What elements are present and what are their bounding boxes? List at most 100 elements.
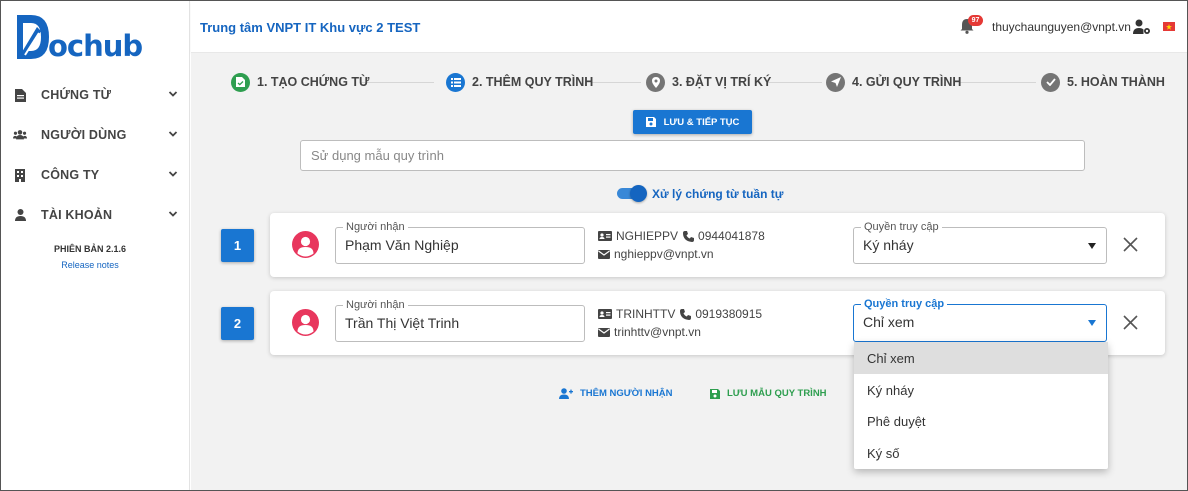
users-icon [13, 128, 27, 142]
add-user-icon [559, 388, 573, 399]
recipient-username: TRINHTTV [616, 307, 676, 321]
dropdown-option[interactable]: Phê duyệt [854, 405, 1108, 437]
version-label: PHIÊN BẢN 2.1.6 [53, 244, 127, 254]
user-settings-icon[interactable] [1133, 19, 1151, 35]
toggle-knob [630, 185, 647, 202]
language-flag-icon[interactable] [1163, 22, 1175, 31]
app-logo[interactable]: ochub [15, 13, 165, 63]
avatar-icon [292, 309, 319, 336]
remove-recipient-icon[interactable] [1122, 314, 1139, 331]
access-select[interactable]: Quyền truy cập Chỉ xem [853, 297, 1107, 342]
sidebar: ochub CHỨNG TỪ NGƯỜI DÙNG CÔNG TY TÀI KH… [1, 1, 190, 490]
caret-down-icon [1088, 320, 1096, 326]
recipient-order-number: 2 [221, 307, 254, 340]
recipient-email: nghieppv@vnpt.vn [614, 247, 714, 261]
sidebar-item-label: NGƯỜI DÙNG [41, 128, 127, 142]
recipient-contact-line: TRINHTTV 0919380915 [598, 307, 762, 321]
step-2[interactable]: 2. THÊM QUY TRÌNH [446, 70, 593, 94]
id-card-icon [598, 309, 612, 319]
recipient-name-field[interactable]: Người nhận Phạm Văn Nghiệp [335, 220, 585, 264]
building-icon [13, 168, 27, 182]
step-5[interactable]: 5. HOÀN THÀNH [1041, 70, 1165, 94]
recipient-name-field[interactable]: Người nhận Trần Thị Việt Trinh [335, 298, 585, 342]
floppy-disk-icon [710, 388, 720, 399]
step-3[interactable]: 3. ĐẶT VỊ TRÍ KÝ [646, 70, 771, 94]
field-legend: Quyền truy cập [861, 220, 942, 234]
main-content: 1. TẠO CHỨNG TỪ 2. THÊM QUY TRÌNH 3. ĐẶT… [191, 53, 1187, 490]
recipient-email: trinhttv@vnpt.vn [614, 325, 701, 339]
save-continue-button[interactable]: LƯU & TIẾP TỤC [633, 110, 752, 134]
sidebar-item-label: CÔNG TY [41, 168, 100, 182]
sidebar-item-cong-ty[interactable]: CÔNG TY [1, 155, 190, 195]
recipient-username: NGHIEPPV [616, 229, 679, 243]
avatar-icon [292, 231, 319, 258]
save-template-label: LƯU MẪU QUY TRÌNH [727, 388, 827, 399]
sequential-toggle-label: Xử lý chứng từ tuần tự [652, 187, 784, 201]
access-value: Ký nháy [863, 237, 914, 253]
field-legend: Người nhận [343, 220, 408, 234]
sidebar-item-chung-tu[interactable]: CHỨNG TỪ [1, 75, 190, 115]
sidebar-item-tai-khoan[interactable]: TÀI KHOẢN [1, 195, 190, 235]
phone-icon [680, 308, 692, 320]
envelope-icon [598, 249, 610, 259]
step-label: 1. TẠO CHỨNG TỪ [257, 75, 370, 89]
step-1[interactable]: 1. TẠO CHỨNG TỪ [231, 70, 369, 94]
chevron-down-icon [168, 211, 178, 217]
location-pin-icon [646, 72, 665, 92]
chevron-down-icon [168, 171, 178, 177]
dropdown-option[interactable]: Ký nháy [854, 374, 1108, 406]
sequential-toggle[interactable] [616, 184, 648, 202]
save-continue-label: LƯU & TIẾP TỤC [663, 116, 740, 128]
workflow-stepper: 1. TẠO CHỨNG TỪ 2. THÊM QUY TRÌNH 3. ĐẶT… [191, 70, 1187, 94]
top-header: Trung tâm VNPT IT Khu vực 2 TEST 97 thuy… [191, 1, 1187, 53]
user-icon [13, 208, 27, 222]
envelope-icon [598, 327, 610, 337]
access-select[interactable]: Quyền truy cập Ký nháy [853, 220, 1107, 264]
document-icon [13, 88, 27, 102]
recipient-contact-line: NGHIEPPV 0944041878 [598, 229, 765, 243]
caret-down-icon [1088, 243, 1096, 249]
step-connector [954, 82, 1036, 83]
chevron-down-icon [168, 91, 178, 97]
recipient-email-line: nghieppv@vnpt.vn [598, 247, 714, 261]
save-template-button[interactable]: LƯU MẪU QUY TRÌNH [710, 388, 827, 399]
send-icon [826, 72, 845, 92]
step-connector [586, 82, 641, 83]
list-icon [446, 72, 465, 92]
recipient-card: Người nhận Phạm Văn Nghiệp NGHIEPPV 0944… [270, 213, 1165, 277]
template-search-input[interactable] [300, 140, 1085, 171]
step-connector [767, 82, 822, 83]
dropdown-option[interactable]: Ký số [854, 437, 1108, 469]
step-4[interactable]: 4. GỬI QUY TRÌNH [826, 70, 961, 94]
check-circle-icon [1041, 72, 1060, 92]
dropdown-option[interactable]: Chỉ xem [854, 342, 1108, 374]
release-notes-link[interactable]: Release notes [1, 260, 179, 270]
logo-text: ochub [48, 29, 143, 63]
page-title: Trung tâm VNPT IT Khu vực 2 TEST [200, 20, 421, 35]
notification-badge: 97 [968, 15, 983, 26]
document-check-icon [231, 72, 250, 92]
recipient-phone: 0919380915 [695, 307, 763, 321]
user-email[interactable]: thuychaunguyen@vnpt.vn [992, 20, 1131, 34]
add-recipient-button[interactable]: THÊM NGƯỜI NHẬN [559, 388, 673, 399]
step-connector [361, 82, 434, 83]
remove-recipient-icon[interactable] [1122, 236, 1139, 253]
recipient-name: Trần Thị Việt Trinh [345, 315, 460, 331]
phone-icon [683, 230, 695, 242]
recipient-phone: 0944041878 [698, 229, 765, 243]
chevron-down-icon [168, 131, 178, 137]
sidebar-item-label: CHỨNG TỪ [41, 88, 112, 102]
access-value: Chỉ xem [863, 314, 915, 330]
app-window: ochub CHỨNG TỪ NGƯỜI DÙNG CÔNG TY TÀI KH… [0, 0, 1188, 491]
sidebar-item-label: TÀI KHOẢN [41, 208, 113, 222]
floppy-disk-icon [645, 117, 656, 127]
recipient-order-number: 1 [221, 229, 254, 262]
sidebar-item-nguoi-dung[interactable]: NGƯỜI DÙNG [1, 115, 190, 155]
step-label: 5. HOÀN THÀNH [1067, 75, 1165, 89]
recipient-name: Phạm Văn Nghiệp [345, 237, 459, 253]
field-legend: Người nhận [343, 298, 408, 312]
field-legend: Quyền truy cập [861, 297, 948, 311]
step-label: 3. ĐẶT VỊ TRÍ KÝ [672, 75, 772, 89]
step-label: 4. GỬI QUY TRÌNH [852, 75, 962, 89]
add-recipient-label: THÊM NGƯỜI NHẬN [580, 388, 673, 399]
